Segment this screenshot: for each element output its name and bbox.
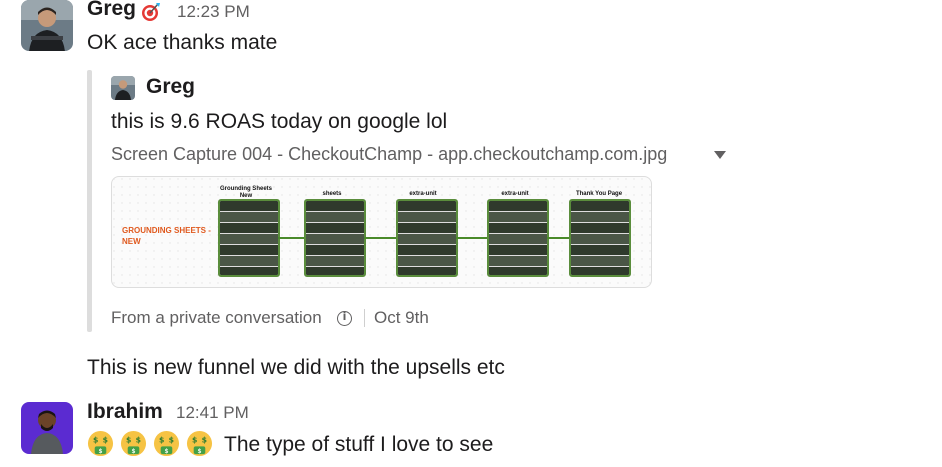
file-name[interactable]: Screen Capture 004 - CheckoutChamp - app… (111, 144, 667, 165)
funnel-node-title: sheets (322, 191, 342, 197)
message-text: OK ace thanks mate (87, 31, 278, 54)
funnel-arrow (547, 237, 569, 239)
timestamp[interactable]: 12:23 PM (177, 2, 250, 22)
author-name[interactable]: Ibrahim (87, 400, 163, 424)
avatar-ibrahim[interactable] (21, 402, 73, 454)
funnel-node-title: extra-unit (409, 191, 437, 197)
funnel-node (396, 199, 458, 277)
conversation-source[interactable]: From a private conversation (111, 308, 322, 328)
svg-text:$: $ (103, 436, 108, 445)
chevron-down-icon[interactable] (714, 151, 726, 159)
money-mouth-face-icon: $ $$ (120, 430, 147, 457)
money-mouth-face-icon: $ $$ (153, 430, 180, 457)
divider (364, 309, 365, 327)
funnel-node (218, 199, 280, 277)
svg-text:$: $ (126, 436, 131, 445)
funnel-arrow (278, 237, 304, 239)
svg-text:$: $ (136, 436, 141, 445)
quote-text: this is 9.6 ROAS today on google lol (111, 110, 448, 133)
svg-text:$: $ (202, 436, 207, 445)
funnel-node-title: extra-unit (501, 191, 529, 197)
svg-text:$: $ (169, 436, 174, 445)
emoji-row: $ $ $ $ $ $ $ $ $ $ $ $ (87, 430, 213, 457)
quote-author-name[interactable]: Greg (146, 75, 195, 99)
svg-text:$: $ (192, 436, 197, 445)
author-name[interactable]: Greg (87, 0, 136, 21)
svg-text:$: $ (159, 436, 164, 445)
avatar-greg[interactable] (21, 0, 73, 51)
quote-bar (87, 70, 92, 332)
quote-date[interactable]: Oct 9th (374, 308, 429, 328)
money-mouth-face-icon: $ $$ (186, 430, 213, 457)
funnel-label: GROUNDING SHEETS - NEW (122, 226, 211, 246)
funnel-arrow (364, 237, 396, 239)
funnel-node-title: Thank You Page (575, 191, 623, 197)
svg-text:$: $ (131, 449, 135, 455)
message-text: The type of stuff I love to see (224, 433, 494, 456)
svg-text:$: $ (164, 449, 168, 455)
svg-text:$: $ (98, 449, 102, 455)
funnel-node-title: Grounding Sheets New (219, 186, 272, 199)
svg-text:$: $ (197, 449, 201, 455)
image-preview[interactable]: GROUNDING SHEETS - NEW Grounding Sheets … (111, 176, 652, 288)
dart-status-icon (141, 2, 161, 27)
svg-text:$: $ (93, 436, 98, 445)
message-text: This is new funnel we did with the upsel… (87, 356, 505, 379)
funnel-node (569, 199, 631, 277)
money-mouth-face-icon: $ $$ (87, 430, 114, 457)
funnel-node (487, 199, 549, 277)
info-icon[interactable] (337, 310, 352, 326)
quote-avatar-greg (111, 76, 135, 100)
funnel-arrow (456, 237, 487, 239)
timestamp[interactable]: 12:41 PM (176, 403, 249, 423)
funnel-node (304, 199, 366, 277)
